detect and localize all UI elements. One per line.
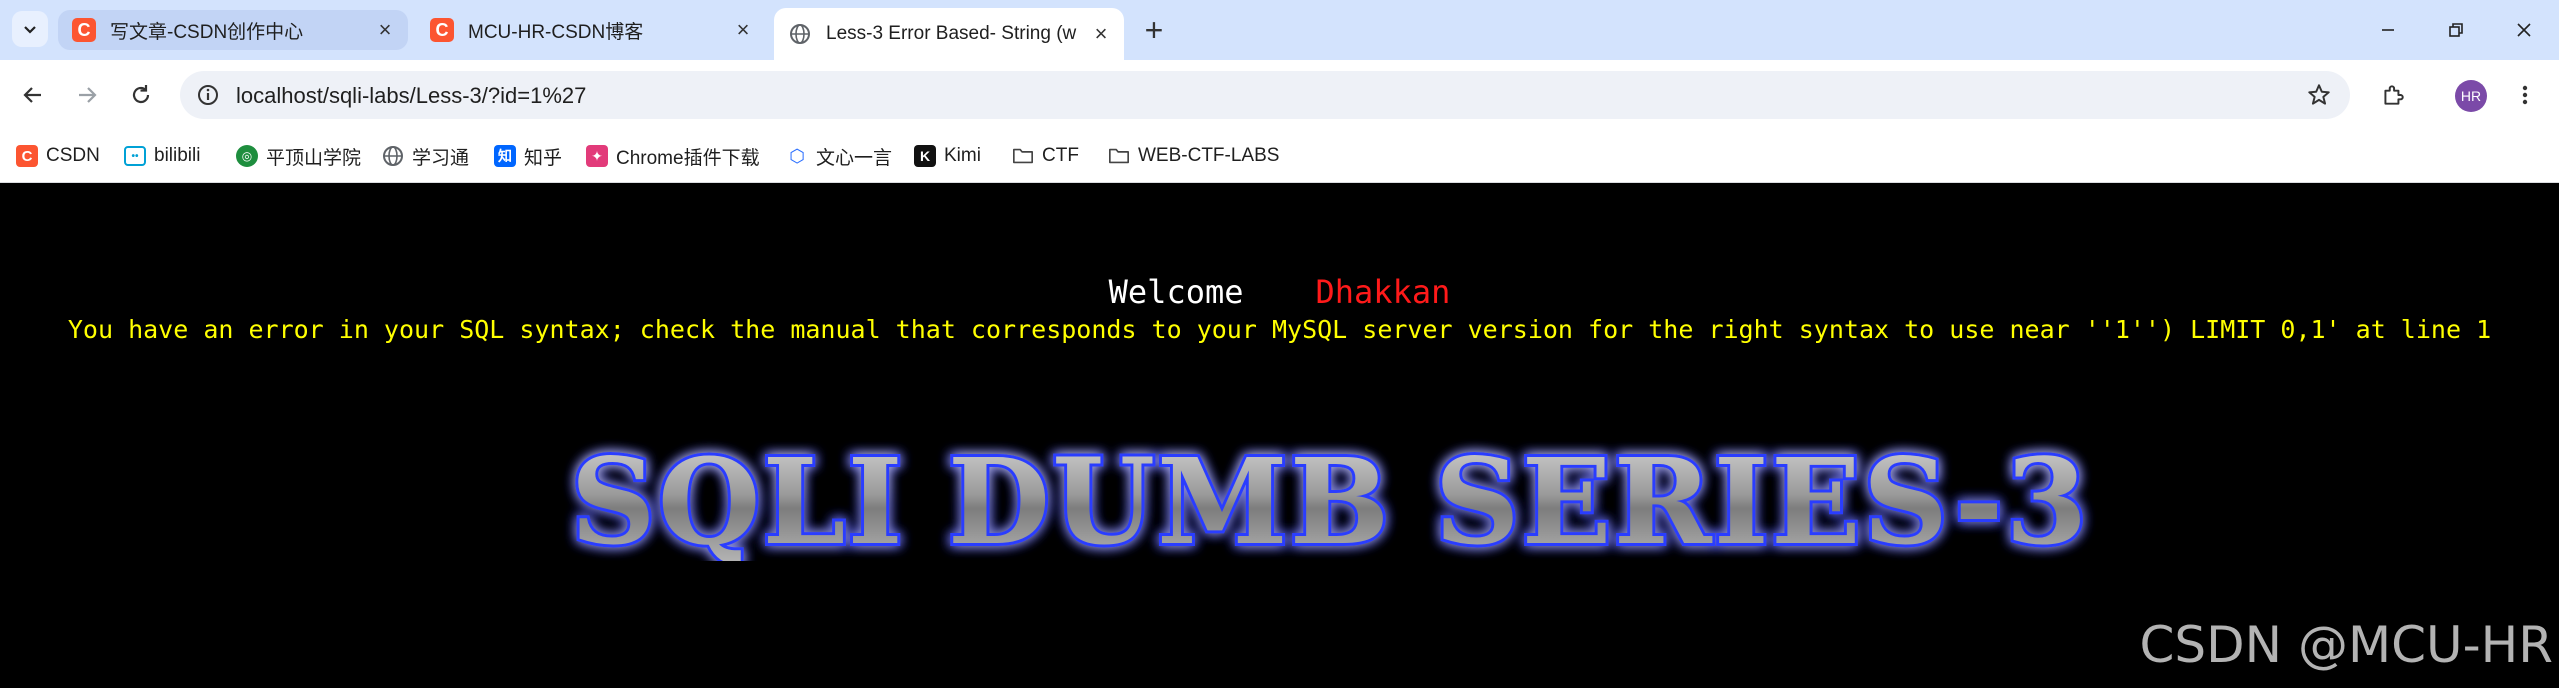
close-icon[interactable]: ×: [372, 17, 398, 43]
bookmark-label: 平顶山学院: [266, 147, 362, 169]
bookmark-label: Chrome插件下载: [616, 147, 760, 169]
csdn-watermark: CSDN @MCU-HR: [2139, 616, 2553, 674]
bookmark-xuexitong[interactable]: 学习通: [382, 142, 469, 170]
close-icon[interactable]: ×: [730, 17, 756, 43]
bookmark-chrome-plugins[interactable]: ✦ Chrome插件下载: [586, 142, 760, 170]
csdn-icon: C: [16, 145, 38, 167]
close-icon[interactable]: ×: [1088, 21, 1114, 47]
extensions-button[interactable]: [2372, 74, 2414, 116]
bookmark-label: 文心一言: [816, 147, 893, 169]
tab-csdn-editor[interactable]: C 写文章-CSDN创作中心 ×: [58, 10, 408, 50]
username-text: Dhakkan: [1315, 273, 1451, 311]
tab-search-button[interactable]: [12, 11, 48, 47]
bookmark-label: bilibili: [154, 145, 201, 166]
puzzle-icon: ✦: [586, 145, 608, 167]
tab-csdn-blog[interactable]: C MCU-HR-CSDN博客 ×: [416, 10, 766, 50]
profile-avatar[interactable]: HR: [2455, 80, 2487, 112]
csdn-icon: C: [72, 18, 96, 42]
bookmark-label: 学习通: [412, 147, 470, 169]
sql-error-message: You have an error in your SQL syntax; ch…: [67, 315, 2492, 344]
bookmark-label: Kimi: [944, 145, 981, 166]
tab-less-3[interactable]: Less-3 Error Based- String (w ×: [774, 8, 1124, 60]
bookmark-bilibili[interactable]: •• bilibili: [124, 142, 200, 170]
csdn-icon: C: [430, 18, 454, 42]
reload-icon: [132, 85, 150, 104]
bookmark-zhihu[interactable]: 知知乎: [494, 142, 562, 170]
bookmark-csdn[interactable]: C CSDN: [16, 142, 100, 170]
kimi-icon: K: [914, 145, 936, 167]
school-icon: ◎: [236, 145, 258, 167]
page-content: Welcome Dhakkan You have an error in your…: [0, 183, 2559, 688]
arrow-right-icon: [79, 87, 97, 103]
kebab-menu-icon: [2522, 85, 2528, 105]
bookmark-kimi[interactable]: K Kimi: [914, 142, 981, 170]
tab-title: Less-3 Error Based- String (w: [826, 23, 1077, 44]
browser-toolbar: localhost/sqli-labs/Less-3/?id=1%27 HR: [0, 60, 2559, 130]
arrow-left-icon: [23, 87, 41, 103]
puzzle-icon: [2384, 85, 2404, 105]
chevron-down-icon: [24, 26, 36, 34]
bookmark-label: CSDN: [46, 145, 100, 166]
ernie-icon: ⬡: [786, 145, 808, 167]
site-info-icon[interactable]: [194, 81, 222, 109]
bookmark-folder-web-ctf-labs[interactable]: WEB-CTF-LABS: [1108, 142, 1279, 170]
bookmark-school[interactable]: ◎ 平顶山学院: [236, 142, 361, 170]
back-button[interactable]: [12, 74, 54, 116]
reload-button[interactable]: [120, 74, 162, 116]
sqli-banner-image: SQLI DUMB SERIES-3: [568, 431, 2091, 561]
bookmark-folder-ctf[interactable]: CTF: [1012, 142, 1079, 170]
address-bar[interactable]: localhost/sqli-labs/Less-3/?id=1%27: [180, 71, 2350, 119]
new-tab-button[interactable]: +: [1136, 12, 1172, 48]
bookmarks-bar: C CSDN •• bilibili ◎ 平顶山学院 学习通 知知乎 ✦ Chrome插…: [0, 130, 2559, 183]
bookmark-label: WEB-CTF-LABS: [1138, 145, 1280, 166]
globe-icon: [382, 145, 404, 167]
folder-icon: [1012, 145, 1034, 167]
bookmark-label: 知乎: [524, 147, 563, 169]
close-window-button[interactable]: [2504, 10, 2544, 50]
welcome-text: Welcome: [1108, 273, 1244, 311]
bookmark-label: CTF: [1042, 145, 1079, 166]
bilibili-icon: ••: [124, 146, 146, 166]
minimize-icon: [2382, 29, 2394, 31]
menu-button[interactable]: [2504, 74, 2546, 116]
zhihu-icon: 知: [494, 145, 516, 167]
globe-icon: [788, 22, 812, 46]
banner-text: SQLI DUMB SERIES-3: [571, 432, 2090, 561]
folder-icon: [1108, 145, 1130, 167]
forward-button[interactable]: [66, 74, 108, 116]
restore-button[interactable]: [2436, 10, 2476, 50]
plus-icon: +: [1144, 11, 1164, 48]
close-icon: [2517, 23, 2531, 37]
welcome-line: Welcome Dhakkan: [0, 273, 2559, 311]
url-text: localhost/sqli-labs/Less-3/?id=1%27: [236, 83, 587, 108]
minimize-button[interactable]: [2368, 10, 2408, 50]
tab-title: 写文章-CSDN创作中心: [110, 21, 304, 43]
tab-title: MCU-HR-CSDN博客: [468, 21, 644, 43]
tab-strip: C 写文章-CSDN创作中心 × C MCU-HR-CSDN博客 × Less-…: [0, 0, 2559, 60]
restore-icon: [2449, 23, 2463, 37]
bookmark-star-icon[interactable]: [2306, 82, 2332, 113]
bookmark-wenxin[interactable]: ⬡ 文心一言: [786, 142, 892, 170]
